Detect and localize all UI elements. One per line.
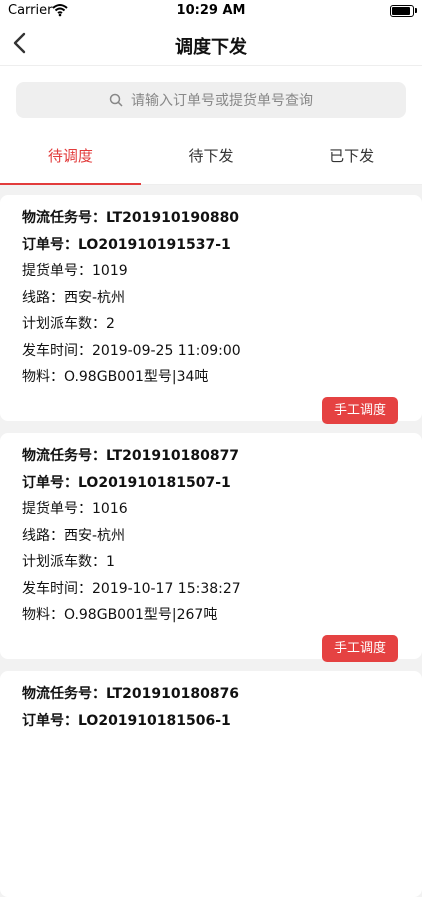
list-item: 物流任务号：LT201910180877 订单号：LO201910181507-… — [0, 433, 422, 662]
search-placeholder: 请输入订单号或提货单号查询 — [131, 93, 313, 109]
pickup-number: 提货单号：1019 — [22, 263, 128, 279]
list-item: 物流任务号：LT201910180876 订单号：LO201910181506-… — [0, 671, 422, 897]
battery-icon — [390, 5, 414, 17]
order-number: 订单号：LO201910181506-1 — [22, 712, 231, 729]
order-number: 订单号：LO201910191537-1 — [22, 236, 231, 253]
planned-vehicles: 计划派车数：2 — [22, 316, 115, 332]
departure-time: 发车时间：2019-09-25 11:09:00 — [22, 342, 241, 359]
route: 线路：西安-杭州 — [22, 527, 126, 544]
tab-bar: 待调度 待下发 已下发 — [0, 132, 422, 185]
task-list: 物流任务号：LT201910190880 订单号：LO201910191537-… — [0, 185, 422, 897]
task-number: 物流任务号：LT201910180876 — [22, 686, 240, 702]
material: 物料：O.98GB001型号|34吨 — [22, 369, 209, 385]
task-number: 物流任务号：LT201910190880 — [22, 210, 240, 226]
status-bar: Carrier 10:29 AM — [0, 0, 422, 22]
task-number: 物流任务号：LT201910180877 — [22, 448, 240, 464]
manual-dispatch-button[interactable]: 手工调度 — [321, 635, 398, 662]
search-container: 请输入订单号或提货单号查询 — [0, 66, 422, 132]
nav-bar: 调度下发 — [0, 22, 422, 66]
tab-pending-issue[interactable]: 待下发 — [141, 132, 282, 184]
pickup-number: 提货单号：1016 — [22, 501, 128, 517]
header: Carrier 10:29 AM 调度下发 请输入订单号或提货单号查询 待调度 … — [0, 0, 422, 185]
tab-issued[interactable]: 已下发 — [281, 132, 422, 184]
route: 线路：西安-杭州 — [22, 289, 126, 306]
search-input[interactable]: 请输入订单号或提货单号查询 — [16, 82, 406, 118]
search-icon — [109, 93, 123, 107]
tab-pending-dispatch[interactable]: 待调度 — [0, 132, 141, 184]
planned-vehicles: 计划派车数：1 — [22, 554, 115, 570]
page-title: 调度下发 — [175, 37, 247, 58]
list-item: 物流任务号：LT201910190880 订单号：LO201910191537-… — [0, 195, 422, 424]
material: 物料：O.98GB001型号|267吨 — [22, 607, 218, 623]
departure-time: 发车时间：2019-10-17 15:38:27 — [22, 580, 241, 597]
manual-dispatch-button[interactable]: 手工调度 — [321, 397, 398, 424]
clock: 10:29 AM — [176, 3, 246, 18]
battery-tip — [415, 8, 417, 13]
tab-active-indicator — [0, 183, 141, 185]
order-number: 订单号：LO201910181507-1 — [22, 474, 231, 491]
